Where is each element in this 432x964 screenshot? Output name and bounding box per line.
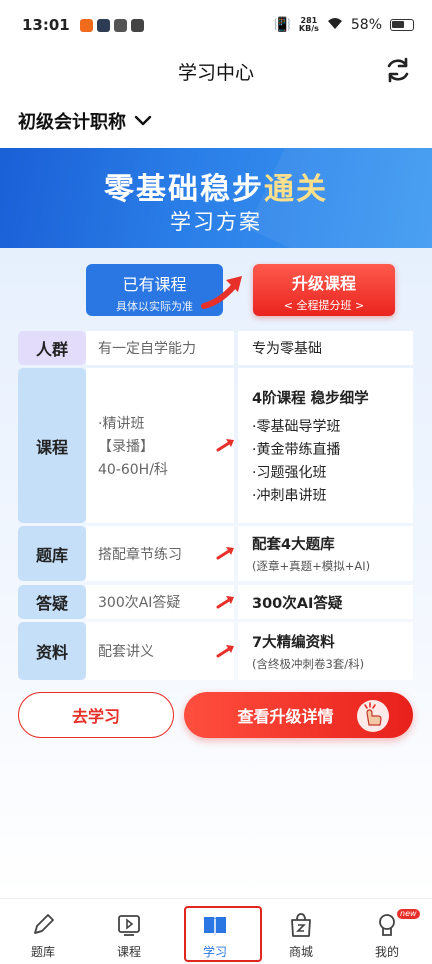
banner-title-highlight: 通关 bbox=[264, 172, 328, 207]
upgrade-course-item: ·零基础导学班 bbox=[252, 418, 341, 435]
status-bar: 13:01 📳 281 KB/s 58% bbox=[0, 0, 432, 50]
play-icon bbox=[118, 915, 140, 936]
nav-item-question-bank[interactable]: 题库 bbox=[0, 899, 86, 964]
nav-label: 我的 bbox=[374, 945, 399, 959]
current-value: 有一定自学能力 bbox=[86, 331, 234, 365]
nav-label: 商城 bbox=[288, 945, 313, 959]
upgrade-course-item: ·冲刺串讲班 bbox=[252, 487, 327, 504]
row-category: 资料 bbox=[18, 622, 86, 680]
exam-selector[interactable]: 初级会计职称 bbox=[18, 108, 152, 134]
current-course-line: 【录播】 bbox=[98, 438, 154, 455]
status-time: 13:01 bbox=[22, 16, 70, 34]
app-notification-icon bbox=[79, 18, 93, 32]
banner-title-main: 零基础稳步 bbox=[104, 172, 264, 207]
current-course-line: 40-60H/科 bbox=[98, 461, 168, 478]
upgrade-bank-note: (逐章+真题+模拟+AI) bbox=[252, 559, 371, 573]
row-category: 课程 bbox=[18, 368, 86, 523]
small-arrow-icon bbox=[216, 645, 234, 658]
upgrade-course-item: ·黄金带练直播 bbox=[252, 441, 341, 458]
upgrade-course-plan-title: 4阶课程 稳步细学 bbox=[252, 390, 369, 407]
row-crowd: 人群 有一定自学能力 专为零基础 bbox=[18, 331, 413, 365]
upgrade-value: 7大精编资料 (含终极冲刺卷3套/科) bbox=[238, 622, 413, 680]
row-course: 课程 ·精讲班 【录播】 40-60H/科 4阶课程 稳步细学 ·零基础导学班 … bbox=[18, 368, 413, 523]
nav-label: 课程 bbox=[116, 945, 141, 959]
row-materials: 资料 配套讲义 7大精编资料 (含终极冲刺卷3套/科) bbox=[18, 622, 413, 680]
row-question-bank: 题库 搭配章节练习 配套4大题库 (逐章+真题+模拟+AI) bbox=[18, 526, 413, 581]
current-value: 配套讲义 bbox=[86, 622, 234, 680]
upgrade-value-text: 专为零基础 bbox=[252, 341, 322, 357]
tap-hand-icon bbox=[357, 700, 389, 732]
network-speed-unit: KB/s bbox=[298, 24, 319, 33]
current-value: 300次AI答疑 bbox=[86, 585, 234, 619]
upgrade-material-note: (含终极冲刺卷3套/科) bbox=[252, 656, 365, 671]
network-speed: 281 KB/s bbox=[299, 17, 319, 33]
upgrade-value: 专为零基础 bbox=[238, 331, 413, 365]
refresh-icon[interactable] bbox=[384, 56, 412, 84]
small-arrow-icon bbox=[216, 547, 234, 560]
banner-title: 零基础稳步通关 bbox=[0, 164, 432, 208]
wifi-icon bbox=[327, 17, 343, 34]
small-arrow-icon bbox=[216, 596, 234, 609]
battery-percent: 58% bbox=[350, 17, 382, 33]
nav-item-profile[interactable]: 我的 new bbox=[344, 899, 430, 964]
upgrade-course-item: ·习题强化班 bbox=[252, 464, 327, 481]
current-value: ·精讲班 【录播】 40-60H/科 bbox=[86, 368, 234, 523]
page-title: 学习中心 bbox=[177, 61, 254, 84]
current-value: 搭配章节练习 bbox=[86, 526, 234, 581]
upgrade-bank-title: 配套4大题库 bbox=[252, 537, 335, 553]
upgrade-qa-title: 300次AI答疑 bbox=[252, 595, 343, 612]
upgrade-value: 4阶课程 稳步细学 ·零基础导学班 ·黄金带练直播 ·习题强化班 ·冲刺串讲班 bbox=[238, 368, 413, 523]
row-category: 人群 bbox=[18, 331, 86, 365]
go-study-button[interactable]: 去学习 bbox=[18, 692, 174, 738]
nav-item-courses[interactable]: 课程 bbox=[86, 899, 172, 964]
nav-item-shop[interactable]: 商城 bbox=[258, 899, 344, 964]
active-tab-highlight bbox=[184, 906, 262, 962]
upgrade-course-title: 升级课程 bbox=[291, 274, 356, 293]
plan-banner: 零基础稳步通关 学习方案 bbox=[0, 148, 432, 248]
nav-label: 题库 bbox=[30, 945, 55, 959]
bag-icon bbox=[291, 913, 311, 937]
battery-icon bbox=[390, 19, 414, 31]
exam-name: 初级会计职称 bbox=[18, 112, 126, 133]
upgrade-course-sub: < 全程提分班 > bbox=[283, 299, 365, 312]
app-notification-icon bbox=[96, 18, 110, 32]
banner-subtitle: 学习方案 bbox=[170, 210, 262, 234]
new-badge: new bbox=[397, 909, 420, 919]
upgrade-course-tag[interactable]: 升级课程 < 全程提分班 > bbox=[253, 264, 395, 316]
vibrate-icon: 📳 bbox=[273, 17, 291, 33]
upgrade-arrow-icon bbox=[201, 276, 242, 309]
app-notification-icon bbox=[113, 18, 127, 32]
row-category: 题库 bbox=[18, 526, 86, 581]
pencil-icon bbox=[34, 914, 54, 934]
header: 学习中心 bbox=[0, 50, 432, 92]
upgrade-value: 300次AI答疑 bbox=[238, 585, 413, 619]
row-category: 答疑 bbox=[18, 585, 86, 619]
upgrade-value: 配套4大题库 (逐章+真题+模拟+AI) bbox=[238, 526, 413, 581]
chevron-down-icon bbox=[134, 115, 152, 126]
current-course-line: ·精讲班 bbox=[98, 415, 145, 432]
upgrade-material-title: 7大精编资料 bbox=[252, 634, 335, 651]
row-qa: 答疑 300次AI答疑 300次AI答疑 bbox=[18, 585, 413, 619]
small-arrow-icon bbox=[216, 439, 234, 452]
app-notification-icon bbox=[130, 18, 144, 32]
